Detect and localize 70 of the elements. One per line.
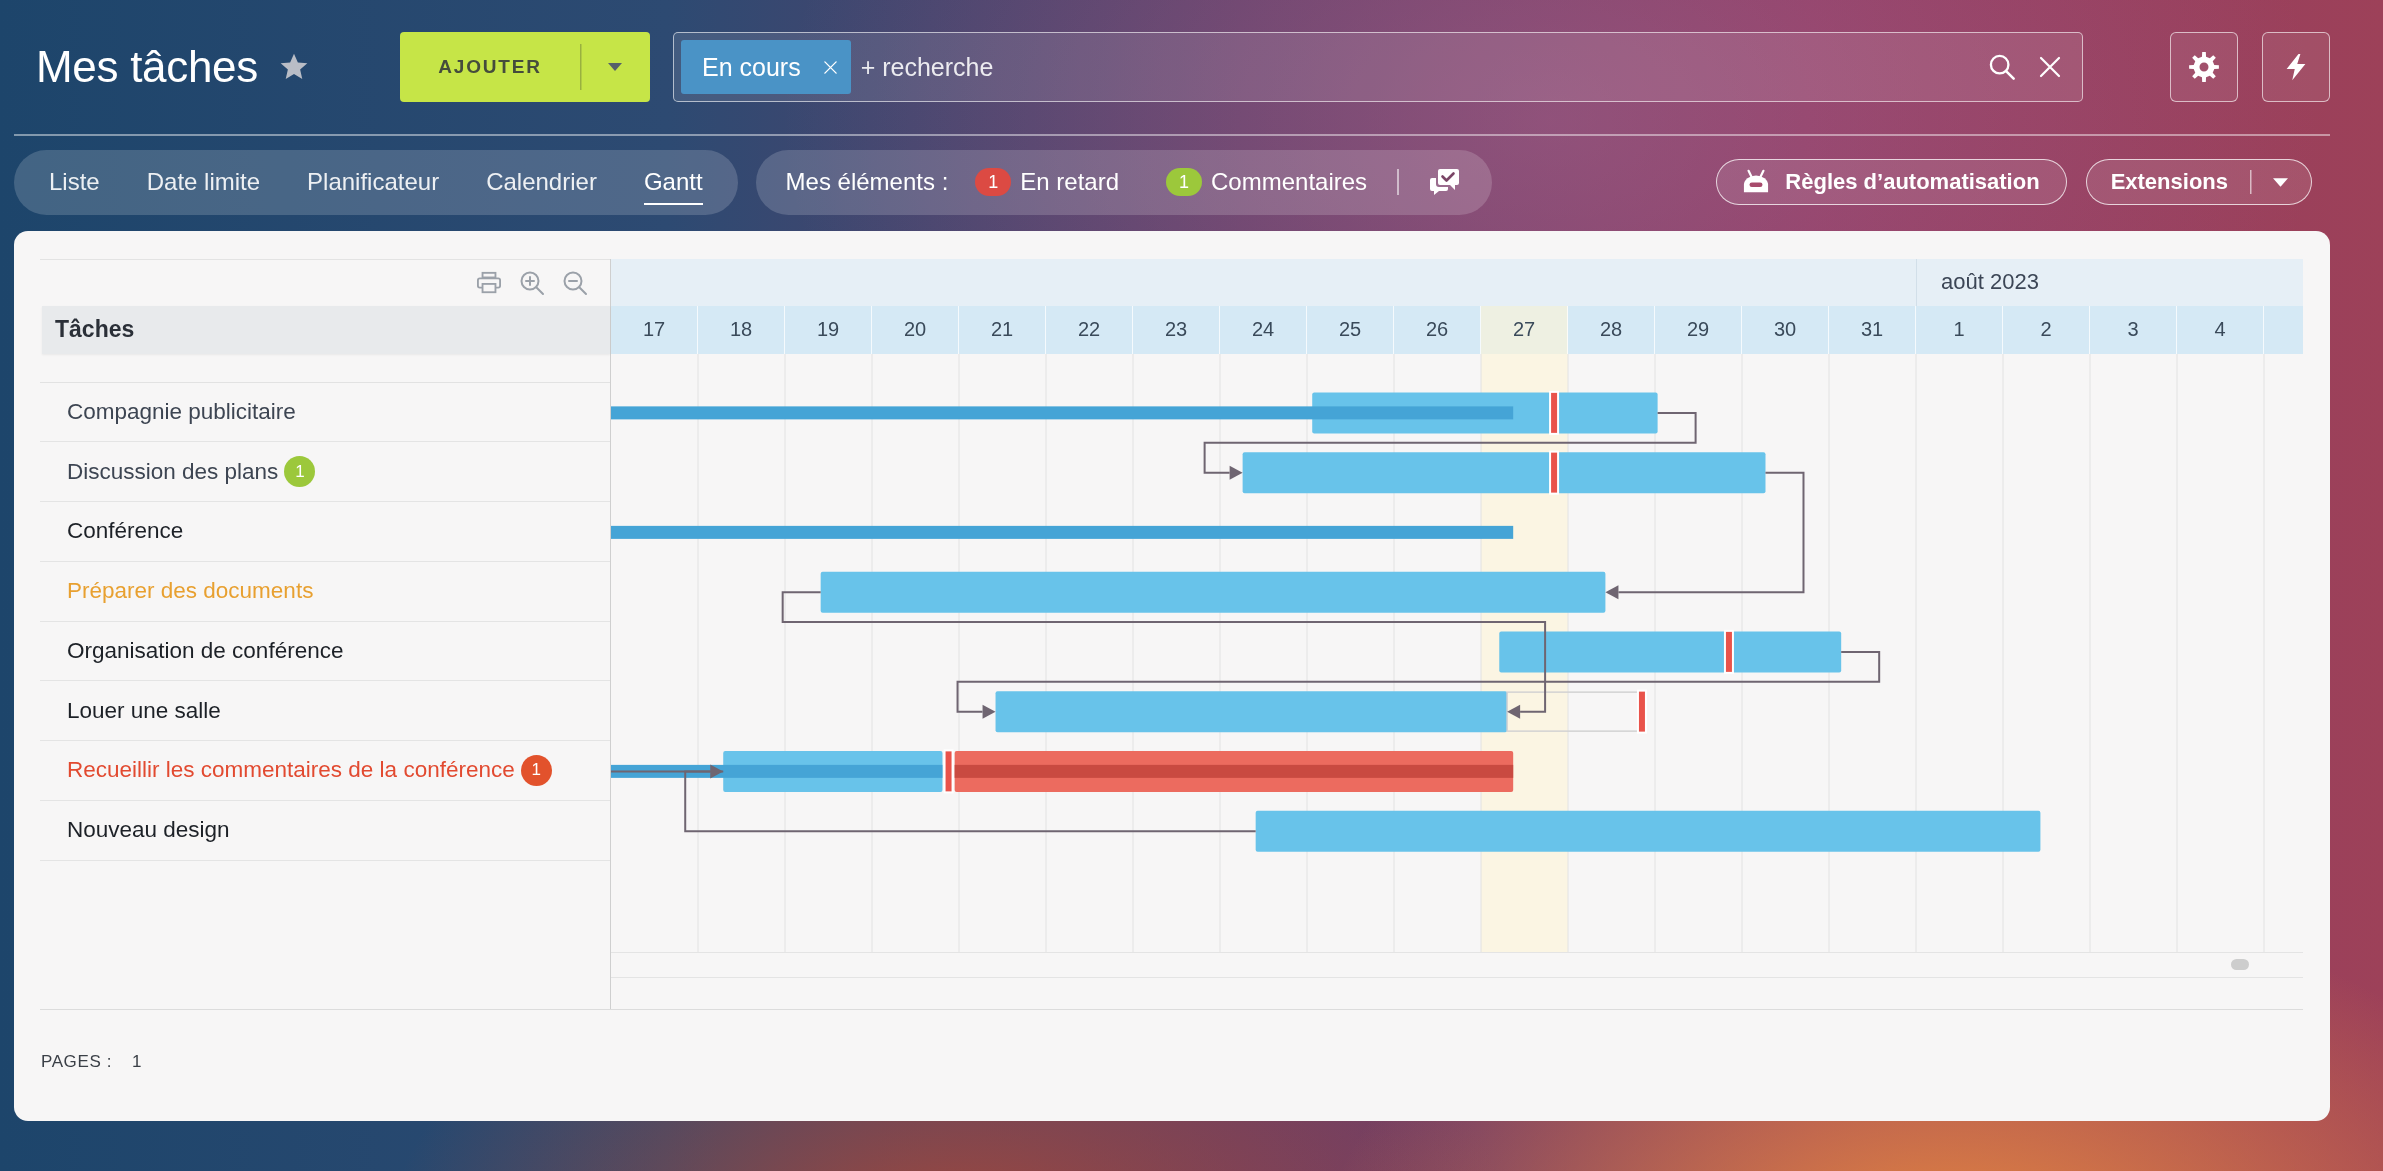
add-button[interactable]: AJOUTER (400, 32, 580, 102)
task-title[interactable]: Conférence (67, 518, 184, 545)
deadline-marker (1723, 629, 1734, 674)
zoom-out-icon[interactable] (562, 269, 588, 296)
view-tab[interactable]: Liste (49, 159, 100, 205)
close-icon[interactable] (2038, 55, 2062, 79)
count-badge: 1 (975, 168, 1012, 196)
task-bar[interactable] (1242, 451, 1766, 493)
caret-icon (608, 63, 622, 71)
day-label: 3 (2090, 305, 2177, 354)
day-label: 31 (1829, 305, 1916, 354)
page-link[interactable]: 1 (131, 1052, 143, 1072)
view-tab[interactable]: Date limite (146, 159, 261, 205)
gear-icon (2188, 51, 2220, 83)
day-label: 19 (785, 305, 872, 354)
deadline-marker (1549, 390, 1560, 435)
close-icon[interactable] (822, 59, 838, 75)
day-label: 4 (2177, 305, 2264, 354)
deadline-marker (943, 748, 954, 793)
day-label: 27 (1481, 305, 1568, 354)
task-title[interactable]: Discussion des plans (67, 458, 279, 485)
comment-badge: 1 (520, 754, 552, 786)
my-items-label: Mes éléments : (785, 168, 949, 196)
day-label: 25 (1307, 305, 1394, 354)
view-tab[interactable]: Gantt (643, 159, 703, 205)
search-icon[interactable] (1988, 53, 2016, 81)
deadline-marker (1636, 689, 1647, 734)
caret-icon (2273, 177, 2288, 187)
deadline-marker (1549, 450, 1560, 495)
counter-link[interactable]: En retard (1020, 168, 1120, 196)
view-tab[interactable]: Planificateur (307, 159, 440, 205)
pages-label: PAGES : (41, 1052, 112, 1072)
column-header: Tâches (42, 305, 610, 354)
task-title[interactable]: Organisation de conférence (67, 637, 344, 664)
month-label: août 2023 (1941, 269, 2039, 295)
extensions-button[interactable]: Extensions (2085, 159, 2250, 205)
filter-chip[interactable]: En cours (681, 40, 851, 94)
search-field[interactable]: En cours + recherche (673, 32, 2083, 102)
printer-icon[interactable] (476, 270, 502, 295)
page-title: Mes tâches (36, 40, 258, 93)
day-label: 22 (1046, 305, 1133, 354)
day-label: 28 (1568, 305, 1655, 354)
day-label: 18 (698, 305, 785, 354)
day-label: 24 (1220, 305, 1307, 354)
task-title[interactable]: Louer une salle (67, 697, 221, 724)
automation-button[interactable] (2262, 32, 2330, 102)
extensions-dropdown-button[interactable] (2250, 159, 2312, 205)
day-label: 1 (1916, 305, 2003, 354)
day-label: 21 (959, 305, 1046, 354)
task-bar[interactable] (995, 690, 1508, 732)
automation-rules-button[interactable]: Règles d’automatisation (1716, 159, 2067, 205)
day-label: 23 (1133, 305, 1220, 354)
day-label: 20 (872, 305, 959, 354)
view-tab[interactable]: Calendrier (486, 159, 597, 205)
add-dropdown-button[interactable] (580, 32, 650, 102)
comment-badge: 1 (284, 456, 316, 488)
task-title[interactable]: Nouveau design (67, 817, 230, 844)
task-title[interactable]: Compagnie publicitaire (67, 398, 296, 425)
day-label: 30 (1742, 305, 1829, 354)
task-title[interactable]: Recueillir les commentaires de la conférence (67, 757, 515, 784)
task-bar[interactable] (1499, 630, 1842, 672)
settings-button[interactable] (2170, 32, 2238, 102)
chat-check-icon[interactable] (1428, 167, 1461, 197)
day-label: 17 (611, 305, 698, 354)
zoom-in-icon[interactable] (519, 269, 545, 296)
counter-link[interactable]: Commentaires (1211, 168, 1368, 196)
count-badge: 1 (1166, 168, 1203, 196)
day-label: 29 (1655, 305, 1742, 354)
day-label: 2 (2003, 305, 2090, 354)
scrollbar-thumb[interactable] (2231, 959, 2249, 970)
